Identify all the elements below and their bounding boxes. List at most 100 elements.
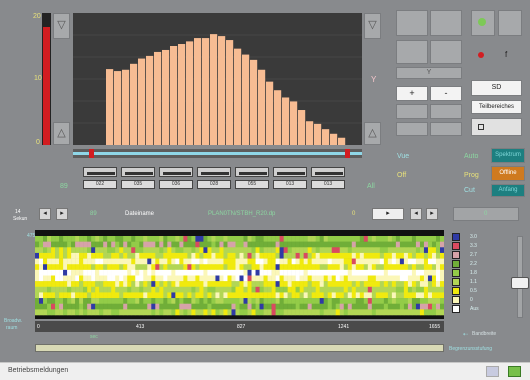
heatmap-cell: [115, 264, 120, 271]
heatmap-cell: [395, 292, 401, 299]
tool-button-5[interactable]: [396, 104, 428, 119]
heatmap-cell: [107, 269, 112, 276]
heatmap-cell: [431, 286, 437, 293]
heatmap-cell: [59, 309, 64, 316]
heatmap-cell: [167, 281, 172, 288]
heatmap-cell: [399, 298, 405, 305]
right-marker[interactable]: [345, 149, 350, 158]
heatmap-cell: [151, 247, 156, 254]
time-block[interactable]: 013: [273, 167, 307, 191]
heatmap-cell: [407, 275, 413, 282]
heatmap-cell: [259, 269, 264, 276]
y-button[interactable]: Y: [396, 67, 462, 79]
nav-next-button[interactable]: ▸: [56, 208, 68, 220]
tool-button-1[interactable]: [396, 10, 428, 36]
heatmap-cell: [219, 252, 224, 259]
heatmap-cell: [59, 269, 64, 276]
time-block[interactable]: 055: [235, 167, 269, 191]
heatmap-cell: [343, 241, 349, 248]
nav-next2-button[interactable]: ▸: [426, 208, 438, 220]
scale-down-button[interactable]: △: [364, 122, 381, 145]
time-block[interactable]: 028: [197, 167, 231, 191]
heatmap-cell: [203, 264, 208, 271]
heatmap-cell: [83, 298, 88, 305]
time-block-bar: [311, 167, 345, 177]
heatmap-cell: [319, 241, 325, 248]
scroll-down-button[interactable]: △: [53, 122, 70, 145]
heatmap-cell: [323, 236, 329, 242]
heatmap-cell: [187, 298, 192, 305]
play-button[interactable]: ▸: [372, 208, 404, 220]
teilbereiches-button[interactable]: Teilbereiches: [471, 100, 522, 114]
heatmap-cell: [247, 241, 252, 248]
heatmap-cell: [79, 286, 84, 293]
intensity-slider-thumb[interactable]: [511, 277, 529, 289]
time-block[interactable]: 022: [83, 167, 117, 191]
hist-bar: [218, 36, 226, 145]
checkbox-icon[interactable]: [478, 124, 484, 130]
heatmap-cell: [387, 236, 393, 242]
heatmap-cell: [299, 281, 304, 288]
time-block[interactable]: 036: [159, 167, 193, 191]
scale-up-button[interactable]: ▽: [364, 13, 381, 39]
heatmap-cell: [119, 241, 124, 248]
heatmap-cell: [171, 275, 176, 282]
heatmap-cell: [367, 264, 373, 271]
status-button-2[interactable]: [508, 366, 521, 377]
scroll-up-button[interactable]: ▽: [53, 13, 70, 39]
tool-button-3[interactable]: [396, 40, 428, 64]
heatmap-cell: [263, 247, 268, 254]
heatmap-cell: [167, 247, 172, 254]
left-marker[interactable]: [89, 149, 94, 158]
heatmap-cell: [291, 309, 296, 316]
heatmap-cell: [407, 241, 413, 248]
tool-button-4[interactable]: [430, 40, 462, 64]
anfang-button[interactable]: Anfang: [491, 184, 525, 197]
heatmap-cell: [359, 309, 365, 316]
heatmap-cell: [431, 298, 437, 305]
time-block[interactable]: 035: [121, 167, 155, 191]
heatmap-cell: [403, 275, 409, 282]
offline-button[interactable]: Offline: [491, 166, 525, 181]
mode-button-2[interactable]: [498, 10, 522, 36]
heatmap-cell: [359, 247, 365, 254]
heatmap-cell: [371, 286, 377, 293]
timeline-slider[interactable]: [73, 149, 362, 158]
heatmap-cell: [335, 298, 341, 305]
tool-button-2[interactable]: [430, 10, 462, 36]
plus-button[interactable]: +: [396, 86, 428, 101]
heatmap-cell: [415, 303, 421, 310]
tool-button-7[interactable]: [396, 122, 428, 136]
right-field[interactable]: 0: [453, 207, 519, 221]
heatmap-cell: [143, 309, 148, 316]
nav-prev2-button[interactable]: ◂: [410, 208, 422, 220]
sub-options-box[interactable]: [471, 118, 522, 136]
heatmap-cell: [355, 292, 361, 299]
heatmap-cell: [331, 264, 337, 271]
heatmap-cell: [379, 258, 385, 265]
heatmap-cell: [75, 286, 80, 293]
heatmap-cell: [319, 269, 325, 276]
heatmap-cell: [111, 286, 116, 293]
time-block[interactable]: 013: [311, 167, 345, 191]
spektrum-button[interactable]: Spektrum: [491, 148, 525, 163]
heatmap-cell: [123, 236, 128, 242]
heatmap-cell: [199, 264, 204, 271]
minus-button[interactable]: -: [430, 86, 462, 101]
tool-button-8[interactable]: [430, 122, 462, 136]
nav-prev-button[interactable]: ◂: [39, 208, 51, 220]
status-button-1[interactable]: [486, 366, 499, 377]
heatmap-cell: [283, 247, 288, 254]
heatmap-cell: [171, 281, 176, 288]
hist-y-mid: 10: [34, 75, 42, 82]
legend-swatch: [452, 278, 460, 286]
hist-y-top: 20: [33, 13, 41, 20]
heatmap-cell: [139, 241, 144, 248]
heatmap-cell: [351, 269, 357, 276]
heatmap-cell: [311, 298, 316, 305]
sd-button[interactable]: SD: [471, 80, 522, 96]
heatmap-cell: [267, 252, 272, 259]
heatmap-cell: [315, 309, 320, 316]
nav-mid-num: 89: [90, 211, 97, 217]
tool-button-6[interactable]: [430, 104, 462, 119]
